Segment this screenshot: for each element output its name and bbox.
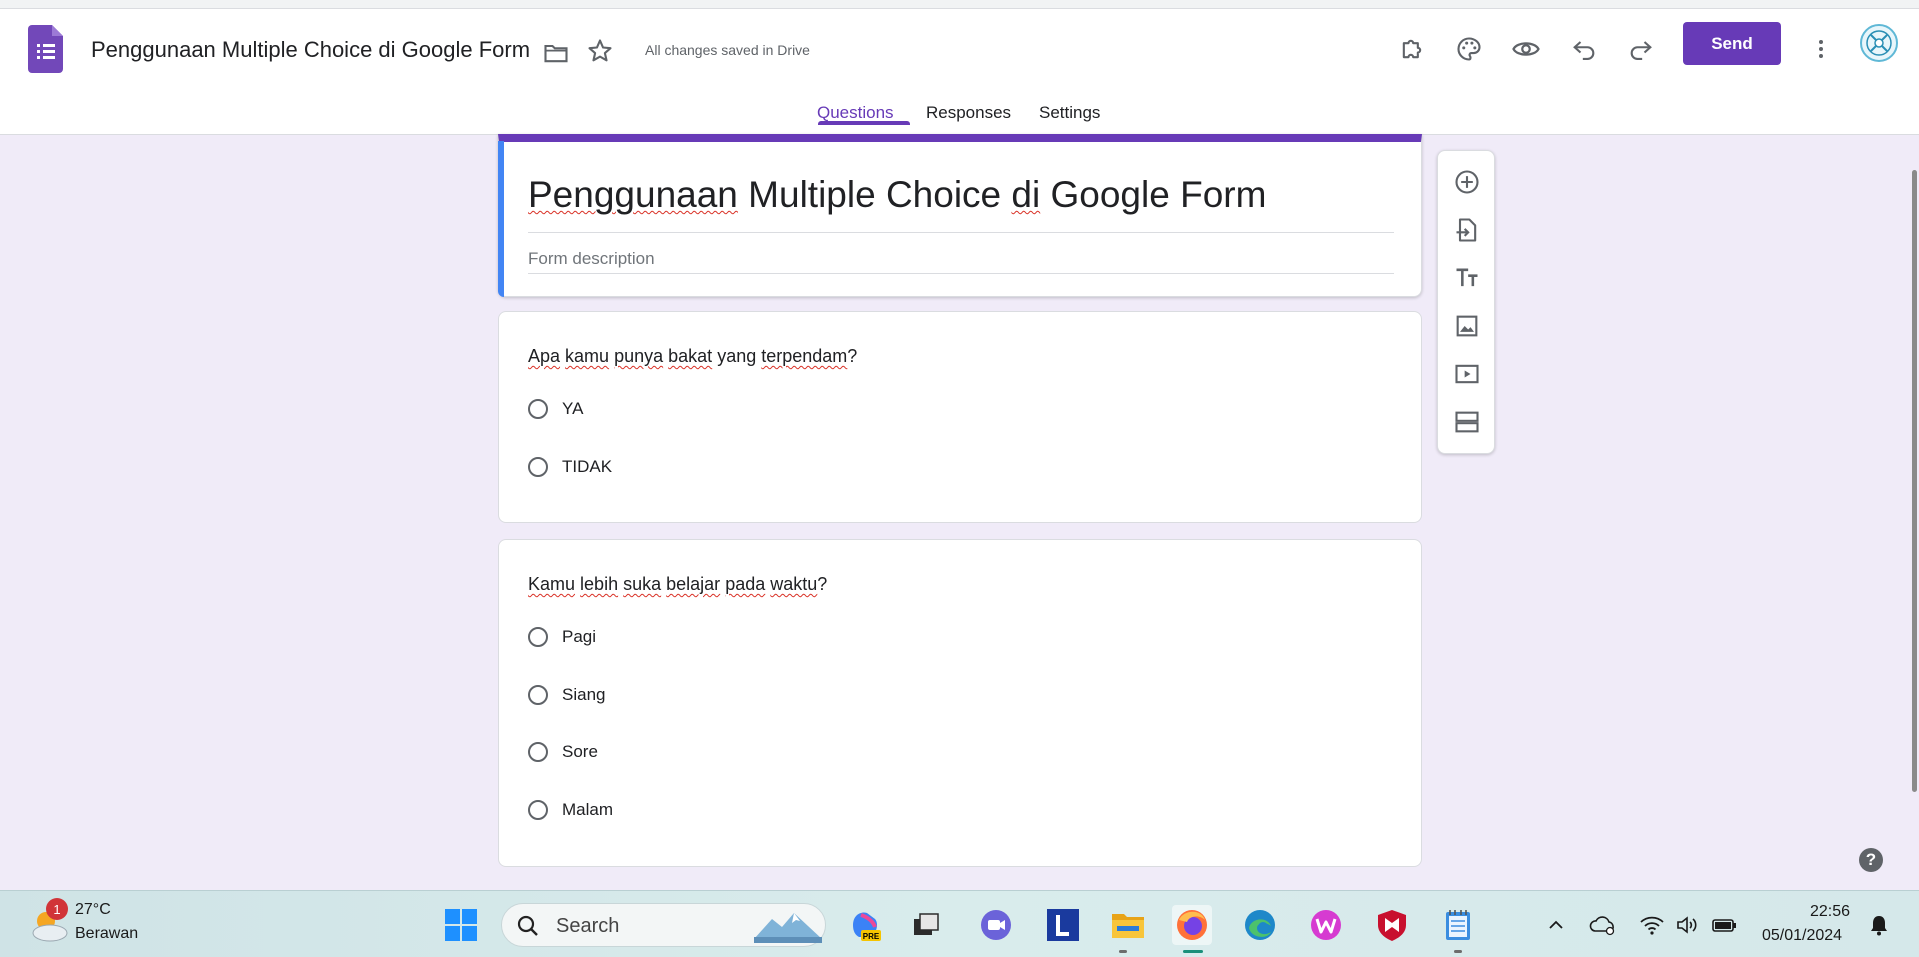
description-underline: [528, 273, 1394, 274]
wps-office-icon[interactable]: [1306, 905, 1346, 945]
send-button[interactable]: Send: [1683, 22, 1781, 65]
tab-settings[interactable]: Settings: [1039, 103, 1100, 137]
chevron-up-icon[interactable]: [1538, 905, 1574, 945]
radio-button[interactable]: [528, 457, 548, 477]
weather-temperature[interactable]: 27°C: [75, 901, 111, 919]
weather-description[interactable]: Berawan: [75, 925, 138, 943]
import-questions-icon[interactable]: [1450, 213, 1484, 247]
palette-icon[interactable]: [1451, 31, 1487, 67]
taskbar-search-box[interactable]: Search: [501, 903, 826, 947]
search-placeholder: Search: [556, 915, 620, 937]
search-icon: [517, 915, 538, 936]
firefox-icon[interactable]: [1172, 905, 1212, 945]
mcafee-shield-icon[interactable]: [1372, 905, 1412, 945]
active-tab-indicator: [818, 121, 910, 125]
folder-icon[interactable]: [542, 39, 570, 67]
svg-text:PRE: PRE: [863, 932, 880, 941]
option-radio-item[interactable]: Sore: [528, 739, 598, 765]
active-app-indicator: [1183, 950, 1203, 953]
edge-icon[interactable]: [1240, 905, 1280, 945]
help-icon[interactable]: ?: [1859, 848, 1883, 872]
tab-questions[interactable]: Questions: [817, 103, 894, 137]
clock-date[interactable]: 05/01/2024: [1762, 927, 1842, 945]
form-title-field[interactable]: Penggunaan Multiple Choice di Google For…: [91, 37, 530, 63]
radio-button[interactable]: [528, 627, 548, 647]
running-indicator: [1454, 950, 1462, 953]
page-scrollbar[interactable]: [1912, 170, 1917, 792]
weather-notification-badge: 1: [46, 898, 68, 920]
add-question-icon[interactable]: [1450, 165, 1484, 199]
volume-icon[interactable]: [1670, 905, 1706, 945]
teams-chat-icon[interactable]: [976, 905, 1016, 945]
option-radio-item[interactable]: TIDAK: [528, 454, 612, 480]
radio-button[interactable]: [528, 685, 548, 705]
form-description-input[interactable]: Form description: [528, 249, 655, 269]
preview-eye-icon[interactable]: [1508, 31, 1544, 67]
radio-button[interactable]: [528, 399, 548, 419]
wifi-icon[interactable]: [1634, 905, 1670, 945]
active-card-indicator: [498, 141, 504, 297]
add-image-icon[interactable]: [1450, 309, 1484, 343]
add-video-icon[interactable]: [1450, 357, 1484, 391]
task-view-icon[interactable]: [906, 905, 946, 945]
question-title: Kamu lebih suka belajar pada waktu?: [528, 574, 828, 594]
l-app-icon[interactable]: [1043, 905, 1083, 945]
option-radio-item[interactable]: YA: [528, 396, 583, 422]
star-icon[interactable]: [586, 37, 614, 65]
file-explorer-icon[interactable]: [1108, 905, 1148, 945]
running-indicator: [1119, 950, 1127, 953]
radio-button[interactable]: [528, 742, 548, 762]
title-underline: [528, 232, 1394, 233]
google-forms-logo[interactable]: [28, 25, 63, 73]
addons-puzzle-icon[interactable]: [1394, 31, 1430, 67]
form-tabs: Questions Responses Settings: [0, 92, 1919, 126]
saved-status: All changes saved in Drive: [645, 42, 810, 58]
clock-time[interactable]: 22:56: [1810, 903, 1850, 921]
more-options-icon[interactable]: [1803, 31, 1839, 67]
side-toolbar: [1437, 150, 1495, 454]
account-avatar[interactable]: [1860, 24, 1898, 62]
option-radio-item[interactable]: Pagi: [528, 624, 596, 650]
add-section-icon[interactable]: [1450, 405, 1484, 439]
question-card[interactable]: Apa kamu punya bakat yang terpendam? YA …: [498, 311, 1422, 523]
question-title: Apa kamu punya bakat yang terpendam?: [528, 346, 858, 366]
redo-icon[interactable]: [1623, 31, 1659, 67]
option-radio-item[interactable]: Malam: [528, 797, 613, 823]
form-title-card: Penggunaan Multiple Choice di Google For…: [498, 134, 1422, 297]
form-title-input[interactable]: Penggunaan Multiple Choice di Google For…: [528, 174, 1266, 216]
radio-button[interactable]: [528, 800, 548, 820]
question-card[interactable]: Kamu lebih suka belajar pada waktu? Pagi…: [498, 539, 1422, 867]
battery-icon[interactable]: [1706, 905, 1742, 945]
tab-responses[interactable]: Responses: [926, 103, 1011, 137]
undo-icon[interactable]: [1566, 31, 1602, 67]
add-title-icon[interactable]: [1450, 261, 1484, 295]
option-radio-item[interactable]: Siang: [528, 682, 605, 708]
browser-top-strip: [0, 0, 1919, 9]
windows-start-icon[interactable]: [441, 905, 481, 945]
notification-bell-icon[interactable]: [1862, 905, 1896, 945]
onedrive-cloud-icon[interactable]: [1585, 905, 1621, 945]
windows-taskbar: 1 27°C Berawan Search PRE 22:56 05/01/20…: [0, 890, 1919, 957]
notepad-icon[interactable]: [1438, 905, 1478, 945]
copilot-pre-icon[interactable]: PRE: [845, 905, 885, 945]
search-highlight-mountains-icon: [754, 913, 822, 943]
